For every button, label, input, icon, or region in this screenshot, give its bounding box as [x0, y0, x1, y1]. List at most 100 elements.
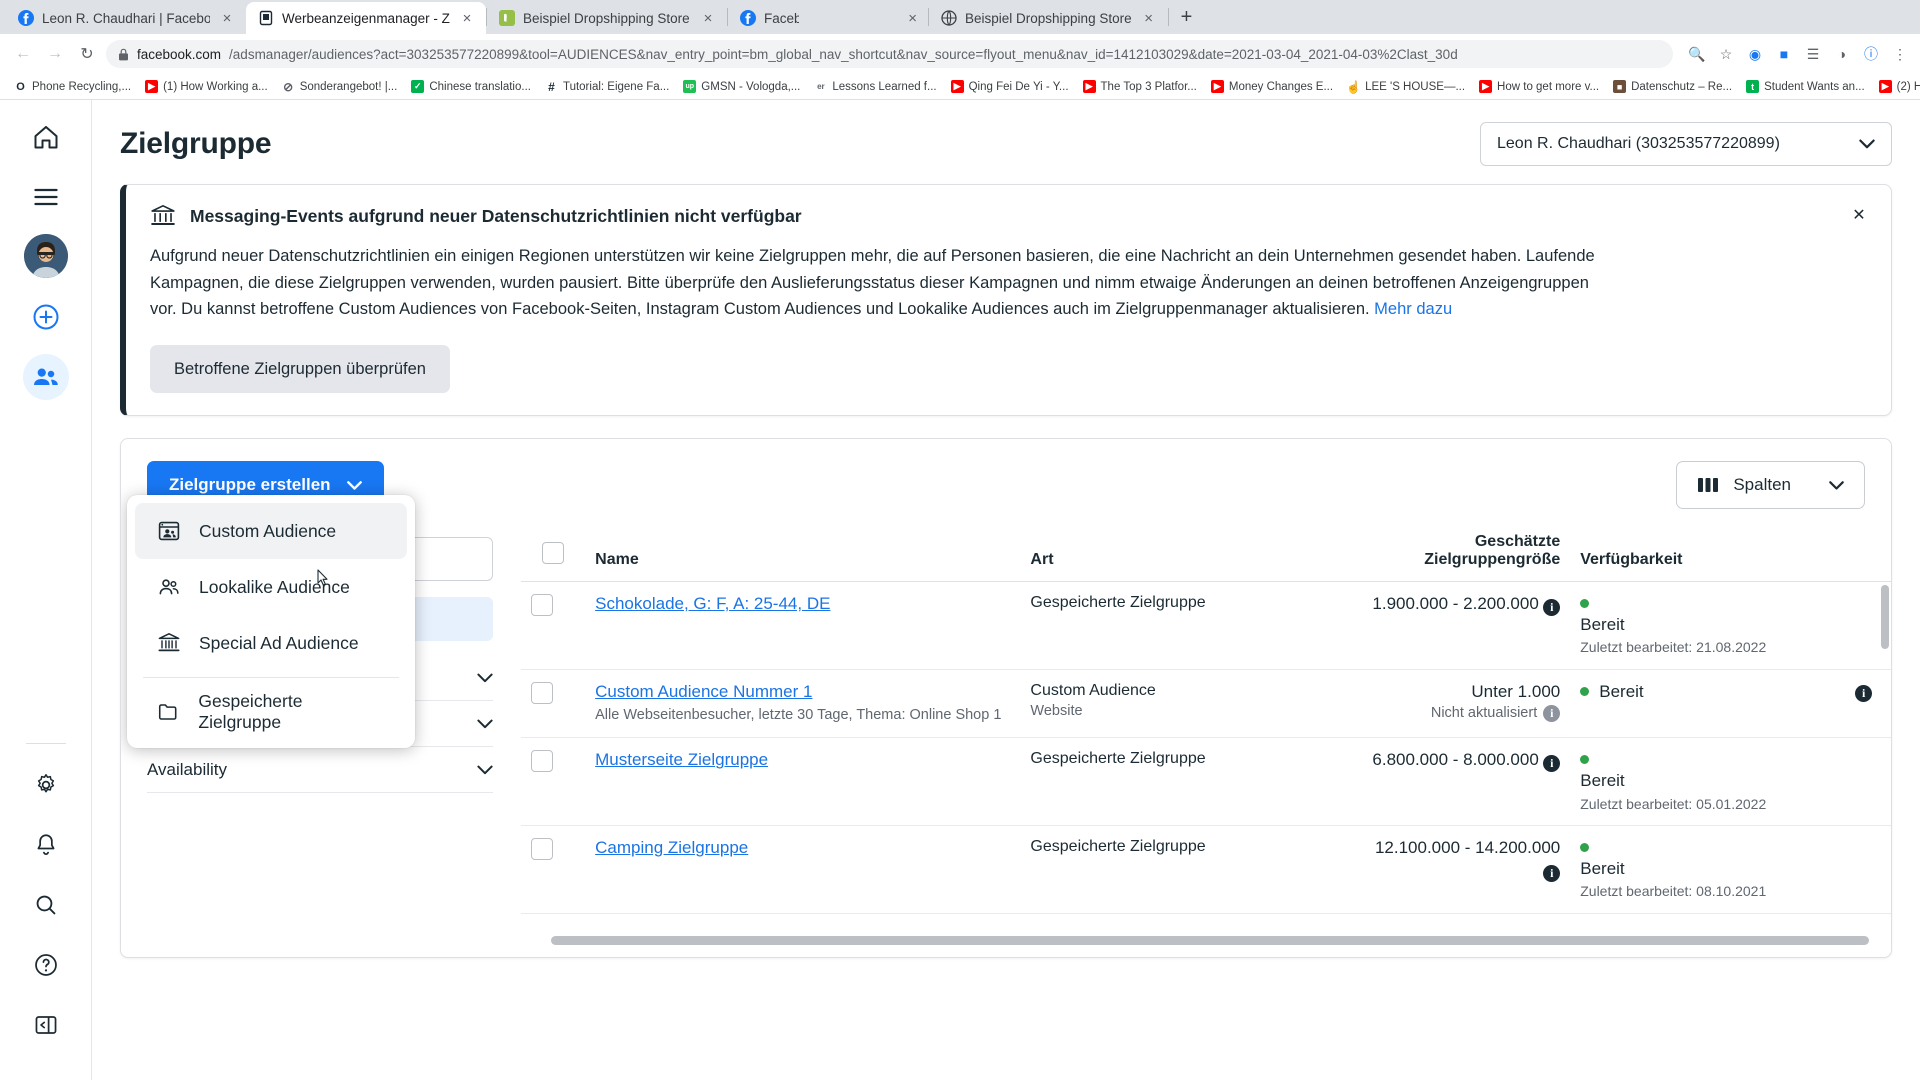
info-icon[interactable]: i [1543, 599, 1561, 617]
column-header-size[interactable]: Geschätzte Zielgruppengröße [1283, 519, 1571, 583]
puzzle-ext-icon[interactable]: ■ [1774, 44, 1794, 64]
sidebar-item-menu[interactable] [23, 174, 69, 220]
column-header-art[interactable]: Art [1020, 519, 1284, 583]
menu-item-custom-audience[interactable]: Custom Audience [135, 503, 407, 560]
bookmark-item[interactable]: # Tutorial: Eigene Fa... [539, 78, 675, 95]
table-row[interactable]: Schokolade, G: F, A: 25-44, DE Gespeiche… [521, 581, 1891, 670]
chevron-down-icon [477, 765, 493, 774]
bookmark-item[interactable]: ▶ Qing Fei De Yi - Y... [945, 78, 1075, 95]
bookmark-item[interactable]: ☝ LEE 'S HOUSE—... [1341, 78, 1471, 95]
audiences-icon [33, 368, 58, 385]
bookmark-item[interactable]: O Phone Recycling,... [8, 78, 137, 95]
sidebar-item-notifications[interactable] [23, 822, 69, 868]
close-icon[interactable]: ✕ [1845, 201, 1873, 229]
teachable-icon: t [1746, 80, 1760, 93]
browser-tab-2[interactable]: Beispiel Dropshipping Store · F × [487, 2, 727, 34]
gmsn-icon: up [683, 80, 697, 93]
gauge-ext-icon[interactable]: ◑ [1832, 44, 1852, 64]
tab-close-icon[interactable]: × [907, 11, 918, 26]
tab-close-icon[interactable]: × [699, 11, 717, 26]
zoom-icon[interactable]: 🔍 [1687, 44, 1707, 64]
row-checkbox[interactable] [531, 681, 553, 704]
column-header-name[interactable]: Name [585, 519, 1021, 583]
bookmark-item[interactable]: up GMSN - Vologda,... [677, 78, 806, 95]
table-row[interactable]: Musterseite Zielgruppe Gespeicherte Ziel… [521, 737, 1891, 827]
audience-name-link[interactable]: Musterseite Zielgruppe [595, 750, 768, 769]
star-icon[interactable]: ☆ [1716, 44, 1736, 64]
learn-more-link[interactable]: Mehr dazu [1374, 300, 1452, 318]
help-ext-icon[interactable]: ⓘ [1861, 44, 1881, 64]
bookmark-item[interactable]: ■ Datenschutz – Re... [1607, 78, 1738, 95]
account-selector[interactable]: Leon R. Chaudhari (303253577220899) [1480, 122, 1892, 166]
menu-item-lookalike-audience[interactable]: Lookalike Audience [135, 559, 407, 615]
review-audiences-button[interactable]: Betroffene Zielgruppen überprüfen [150, 345, 450, 394]
sidebar-item-search[interactable] [23, 882, 69, 928]
tab-close-icon[interactable]: × [218, 11, 236, 26]
bookmark-item[interactable]: er Lessons Learned f... [808, 78, 942, 95]
facebook-ext-icon[interactable]: ◉ [1745, 44, 1765, 64]
tab-close-icon[interactable]: × [1140, 11, 1158, 26]
avatar[interactable] [23, 234, 68, 278]
info-icon[interactable]: i [1543, 755, 1561, 773]
column-header-availability[interactable]: Verfügbarkeit [1570, 519, 1846, 583]
sidebar-item-home[interactable] [23, 114, 69, 160]
audience-name-link[interactable]: Custom Audience Nummer 1 [595, 682, 812, 701]
row-art-cell: Custom Audience Website [1020, 669, 1284, 739]
bookmark-item[interactable]: ✓ Chinese translatio... [405, 78, 537, 95]
new-tab-button[interactable]: + [1169, 7, 1205, 27]
browser-tab-3[interactable]: Facebook × [728, 2, 928, 34]
row-availability-cell: Bereit Zuletzt bearbeitet: 21.08.2022 [1570, 581, 1846, 670]
size-note: Nicht aktualisiert [1430, 705, 1538, 722]
shopify-icon [499, 10, 515, 26]
availability-status: Bereit [1580, 771, 1625, 791]
url-host: facebook.com [137, 46, 222, 62]
info-icon[interactable]: i [1543, 704, 1561, 722]
menu-item-label: Gespeicherte Zielgruppe [198, 691, 303, 733]
bookmark-item[interactable]: ⊘ Sonderangebot! |... [276, 78, 404, 95]
bookmark-item[interactable]: t Student Wants an... [1740, 78, 1871, 95]
bookmark-label: Sonderangebot! |... [299, 80, 398, 93]
bookmark-item[interactable]: ▶ The Top 3 Platfor... [1077, 78, 1203, 95]
menu-item-special-ad-audience[interactable]: Special Ad Audience [135, 615, 407, 671]
list-ext-icon[interactable]: ☰ [1803, 44, 1823, 64]
chevron-down-icon [477, 673, 493, 682]
horizontal-scrollbar[interactable] [551, 936, 1869, 946]
bookmark-label: Lessons Learned f... [832, 80, 937, 93]
sidebar-item-help[interactable] [23, 942, 69, 988]
columns-button[interactable]: Spalten [1676, 461, 1865, 510]
select-all-checkbox[interactable] [542, 542, 565, 565]
chevron-down-icon [1859, 139, 1875, 149]
table-row[interactable]: Camping Zielgruppe Gespeicherte Zielgrup… [521, 825, 1891, 914]
menu-item-saved-audience[interactable]: Gespeicherte Zielgruppe [135, 684, 407, 740]
row-checkbox[interactable] [531, 750, 553, 773]
tab-close-icon[interactable]: × [458, 11, 476, 26]
vertical-scrollbar[interactable] [1881, 585, 1889, 650]
forward-button[interactable]: → [42, 41, 68, 67]
sidebar-item-audiences[interactable] [22, 354, 69, 400]
browser-tab-4[interactable]: Beispiel Dropshipping Store × [929, 2, 1168, 34]
sidebar-item-collapse[interactable] [23, 1002, 69, 1048]
overflow-menu-icon[interactable]: ⋮ [1890, 44, 1910, 64]
info-icon[interactable]: i [1543, 865, 1561, 883]
bell-icon [37, 834, 54, 855]
bookmark-item[interactable]: ▶ (1) How Working a... [139, 78, 274, 95]
row-checkbox[interactable] [531, 838, 553, 861]
bookmark-item[interactable]: ▶ Money Changes E... [1205, 78, 1339, 95]
sidebar-item-create[interactable] [23, 294, 69, 340]
menu-item-label: Custom Audience [199, 520, 337, 541]
info-icon[interactable]: i [1855, 684, 1873, 702]
back-button[interactable]: ← [10, 41, 36, 67]
address-bar[interactable]: facebook.com/adsmanager/audiences?act=30… [106, 40, 1673, 68]
table-row[interactable]: Custom Audience Nummer 1 Alle Webseitenb… [521, 669, 1891, 739]
filter-availability[interactable]: Availability [147, 747, 493, 794]
bookmark-item[interactable]: ▶ How to get more v... [1473, 78, 1605, 95]
bookmarks-bar: O Phone Recycling,... ▶ (1) How Working a.… [0, 74, 1920, 100]
browser-tab-0[interactable]: Leon R. Chaudhari | Facebook × [6, 2, 246, 34]
browser-tab-1[interactable]: Werbeanzeigenmanager - Ziel × [246, 2, 486, 34]
sidebar-item-settings[interactable] [23, 762, 69, 808]
audience-name-link[interactable]: Camping Zielgruppe [595, 838, 748, 857]
bookmark-item[interactable]: ▶ (2) How To Add A... [1873, 78, 1920, 95]
row-checkbox[interactable] [531, 594, 553, 617]
reload-button[interactable]: ↻ [74, 41, 100, 67]
audience-name-link[interactable]: Schokolade, G: F, A: 25-44, DE [595, 594, 830, 613]
